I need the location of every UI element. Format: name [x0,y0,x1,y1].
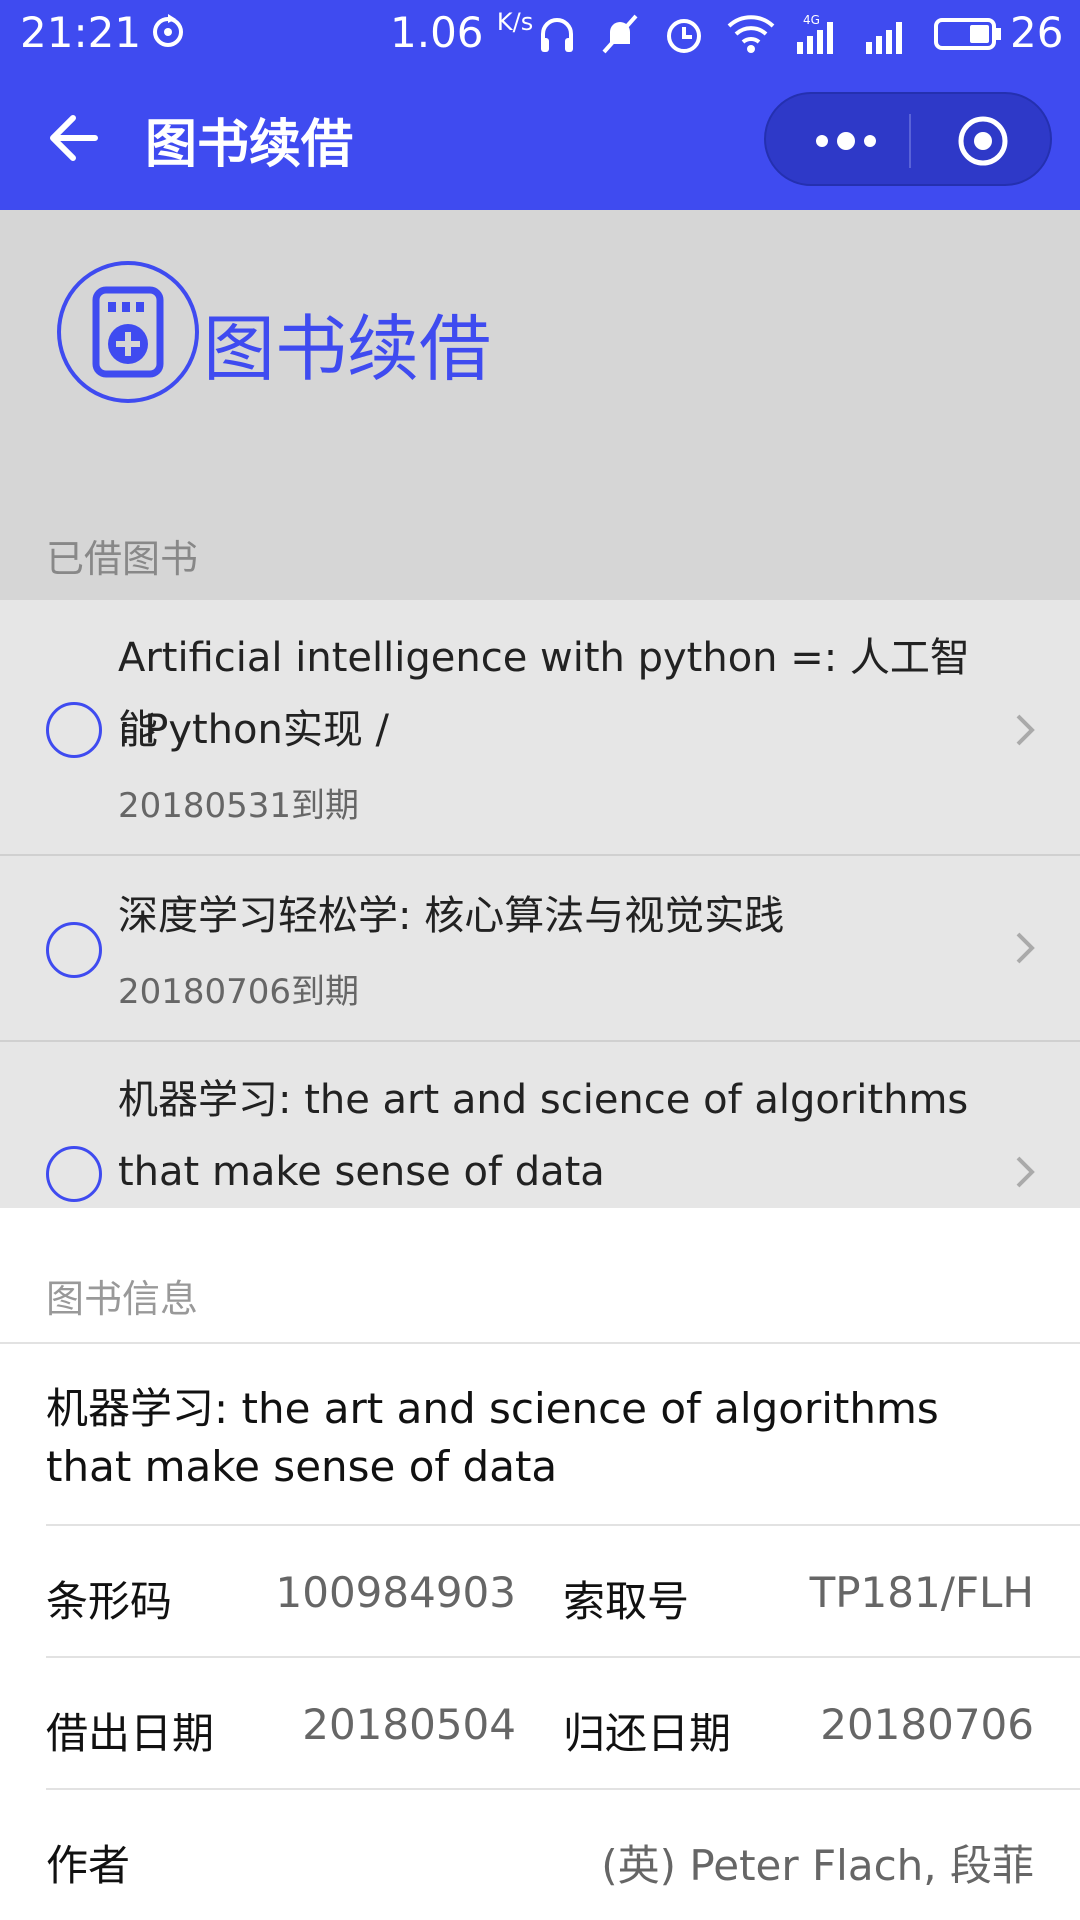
borrowed-section-label: 已借图书 [46,537,199,581]
nav-bar: 图书续借 [0,70,1080,210]
return-date-value: 20180706 [820,1700,1034,1749]
target-close-icon[interactable] [956,114,1010,168]
divider [46,1524,1080,1526]
book-title-line1: 深度学习轻松学: 核心算法与视觉实践 [118,893,785,939]
borrow-date-label: 借出日期 [46,1709,215,1758]
borrow-date-value: 20180504 [302,1700,516,1749]
wifi-icon [727,15,775,53]
return-date-label: 归还日期 [563,1709,732,1758]
book-info-title: 机器学习: the art and science of algorithms … [46,1384,939,1491]
headphones-icon [541,18,573,52]
signal-icon [866,22,902,54]
select-radio[interactable] [46,1146,102,1202]
battery-percent: 26 [1010,8,1064,57]
alarm-icon [667,19,701,53]
mini-program-capsule [764,92,1052,186]
barcode-value: 100984903 [275,1568,517,1617]
select-radio[interactable] [46,702,102,758]
divider [46,1656,1080,1658]
list-item[interactable]: Artificial intelligence with python =: 人… [0,600,1080,856]
svg-text:4G: 4G [803,13,820,27]
list-item[interactable]: 深度学习轻松学: 核心算法与视觉实践 20180706到期 [0,856,1080,1042]
chevron-right-icon [1016,932,1035,964]
author-label: 作者 [46,1841,131,1890]
book-title-line1: 机器学习: the art and science of algorithms [118,1077,969,1123]
callno-value: TP181/FLH [809,1568,1034,1617]
author-value: (英) Peter Flach, 段菲 [601,1841,1034,1890]
back-arrow-icon[interactable] [45,110,101,166]
chevron-right-icon [1016,1156,1035,1188]
more-dots-icon[interactable] [806,114,886,168]
page-title: 图书续借 [145,115,354,175]
status-time: 21:21 [20,8,142,57]
divider [0,1342,1080,1344]
book-renew-icon [57,261,199,403]
book-info-sheet: 图书信息 机器学习: the art and science of algori… [0,1208,1080,1920]
book-title-line2: : Python实现 / [118,707,390,753]
barcode-label: 条形码 [46,1577,173,1626]
divider [46,1788,1080,1790]
callno-label: 索取号 [563,1577,690,1626]
battery-icon [934,18,1001,50]
list-item[interactable]: 机器学习: the art and science of algorithms … [0,1042,1080,1208]
status-bar: 21:21 1.06 K/s 4G 26 [0,0,1080,70]
mute-icon [602,14,638,54]
book-title-line2: that make sense of data [118,1149,605,1195]
page-content-overlay[interactable]: 图书续借 已借图书 Artificial intelligence with p… [0,210,1080,1208]
due-date: 20180706到期 [118,972,360,1012]
due-date: 20180531到期 [118,786,360,826]
network-speed: 1.06 K/s [390,8,534,57]
select-radio[interactable] [46,922,102,978]
book-info-label: 图书信息 [46,1277,199,1321]
signal-4g-icon: 4G [797,13,833,54]
top-bar: 21:21 1.06 K/s 4G 26 图书续借 [0,0,1080,210]
chevron-right-icon [1016,714,1035,746]
sync-icon [153,14,183,47]
hero-title: 图书续借 [203,307,492,391]
borrowed-list: Artificial intelligence with python =: 人… [0,600,1080,1208]
capsule-divider [909,114,911,168]
